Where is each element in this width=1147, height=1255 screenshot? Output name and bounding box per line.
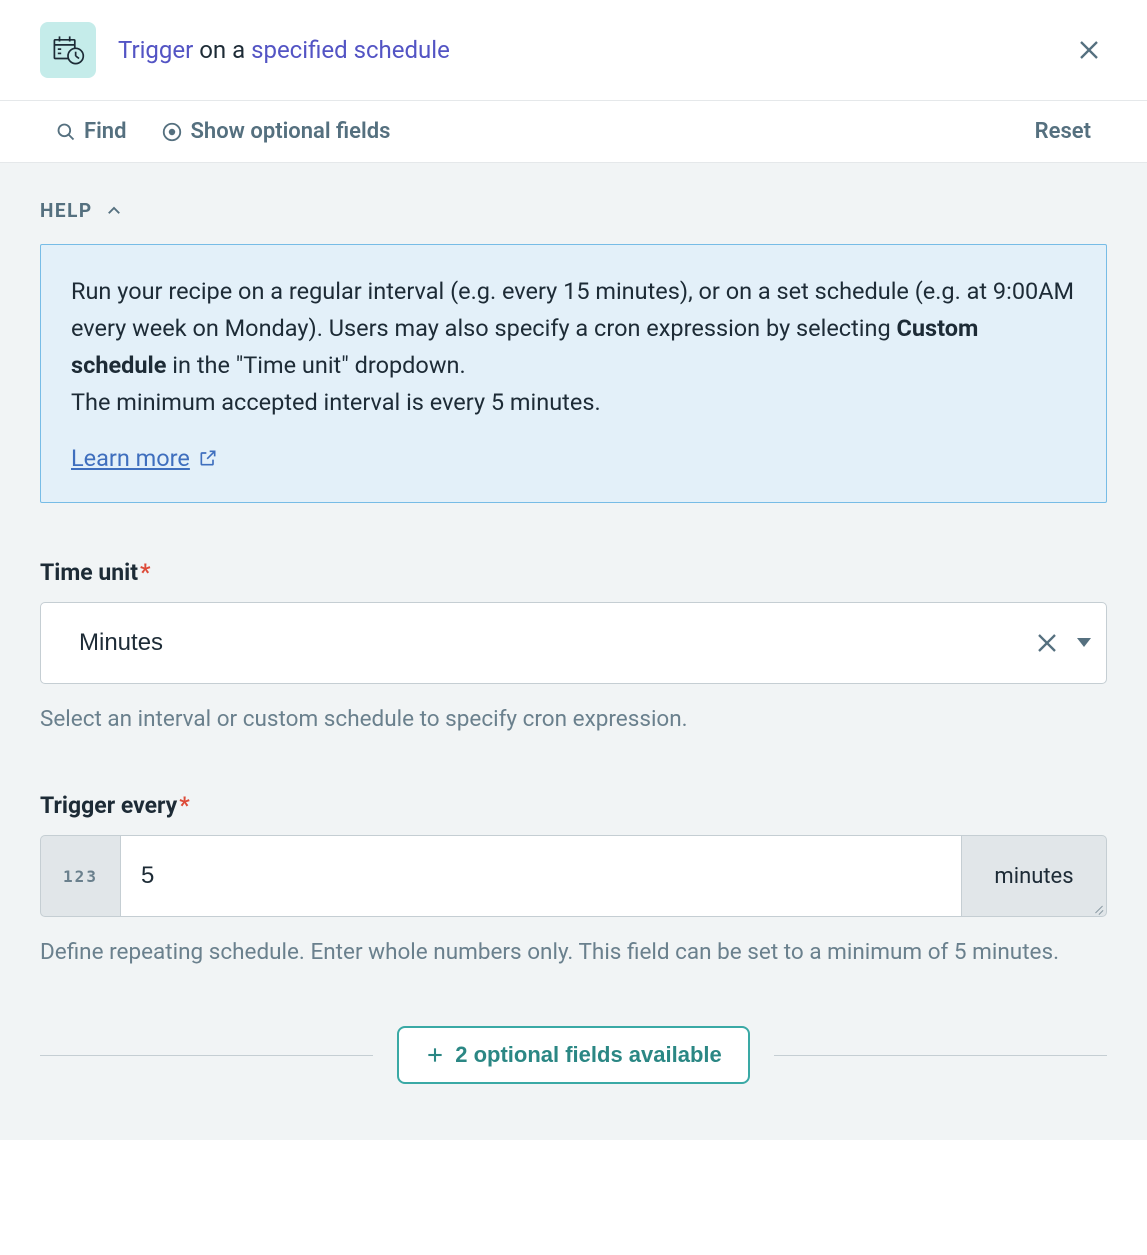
number-type-badge: 123 — [40, 835, 120, 917]
required-star: * — [140, 559, 150, 586]
help-text-2: in the "Time unit" dropdown. — [166, 351, 465, 379]
time-unit-field: Time unit* Select an interval or custom … — [40, 559, 1107, 737]
help-box: Run your recipe on a regular interval (e… — [40, 244, 1107, 503]
clear-icon[interactable] — [1035, 631, 1059, 655]
toolbar: Find Show optional fields Reset — [0, 101, 1147, 163]
time-unit-label-text: Time unit — [40, 559, 138, 586]
external-link-icon — [198, 448, 218, 468]
help-description: Run your recipe on a regular interval (e… — [71, 273, 1076, 422]
learn-more-link[interactable]: Learn more — [71, 444, 218, 472]
time-unit-select[interactable] — [40, 602, 1107, 684]
learn-more-label: Learn more — [71, 444, 190, 472]
help-text-3: The minimum accepted interval is every 5… — [71, 388, 601, 416]
time-unit-helper: Select an interval or custom schedule to… — [40, 702, 1107, 737]
scheduler-app-icon — [40, 22, 96, 78]
chevron-up-icon — [105, 202, 123, 220]
divider-right — [774, 1055, 1107, 1056]
close-button[interactable] — [1071, 32, 1107, 68]
trigger-every-helper: Define repeating schedule. Enter whole n… — [40, 935, 1107, 970]
time-unit-label: Time unit* — [40, 559, 1107, 586]
optional-fields-button[interactable]: 2 optional fields available — [397, 1026, 750, 1084]
help-title: HELP — [40, 199, 93, 222]
optional-fields-label: 2 optional fields available — [455, 1042, 722, 1068]
optional-fields-row: 2 optional fields available — [40, 1026, 1107, 1084]
unit-suffix: minutes — [962, 835, 1107, 917]
chevron-down-icon[interactable] — [1077, 638, 1091, 647]
resize-handle-icon[interactable] — [1090, 900, 1104, 914]
trigger-link[interactable]: Trigger — [118, 36, 193, 64]
eye-icon — [161, 121, 183, 143]
plus-icon — [425, 1045, 445, 1065]
divider-left — [40, 1055, 373, 1056]
show-optional-button[interactable]: Show optional fields — [161, 119, 391, 144]
required-star: * — [179, 792, 189, 819]
reset-label: Reset — [1035, 119, 1091, 144]
panel-title: Trigger on a specified schedule — [118, 36, 450, 64]
find-label: Find — [84, 119, 127, 144]
title-text-on-a: on a — [193, 36, 251, 64]
search-icon — [56, 122, 76, 142]
time-unit-select-wrap — [40, 602, 1107, 684]
panel-header: Trigger on a specified schedule — [0, 0, 1147, 101]
content-area: HELP Run your recipe on a regular interv… — [0, 163, 1147, 1140]
trigger-every-label: Trigger every* — [40, 792, 1107, 819]
trigger-every-input[interactable] — [120, 835, 962, 917]
trigger-every-label-text: Trigger every — [40, 792, 177, 819]
unit-suffix-text: minutes — [994, 864, 1073, 889]
close-icon — [1077, 38, 1101, 62]
show-optional-label: Show optional fields — [191, 119, 391, 144]
find-button[interactable]: Find — [56, 119, 127, 144]
schedule-link[interactable]: specified schedule — [251, 36, 450, 64]
trigger-every-input-row: 123 minutes — [40, 835, 1107, 917]
trigger-every-field: Trigger every* 123 minutes Define repeat… — [40, 792, 1107, 970]
reset-button[interactable]: Reset — [1035, 119, 1091, 144]
help-toggle[interactable]: HELP — [40, 199, 1107, 222]
